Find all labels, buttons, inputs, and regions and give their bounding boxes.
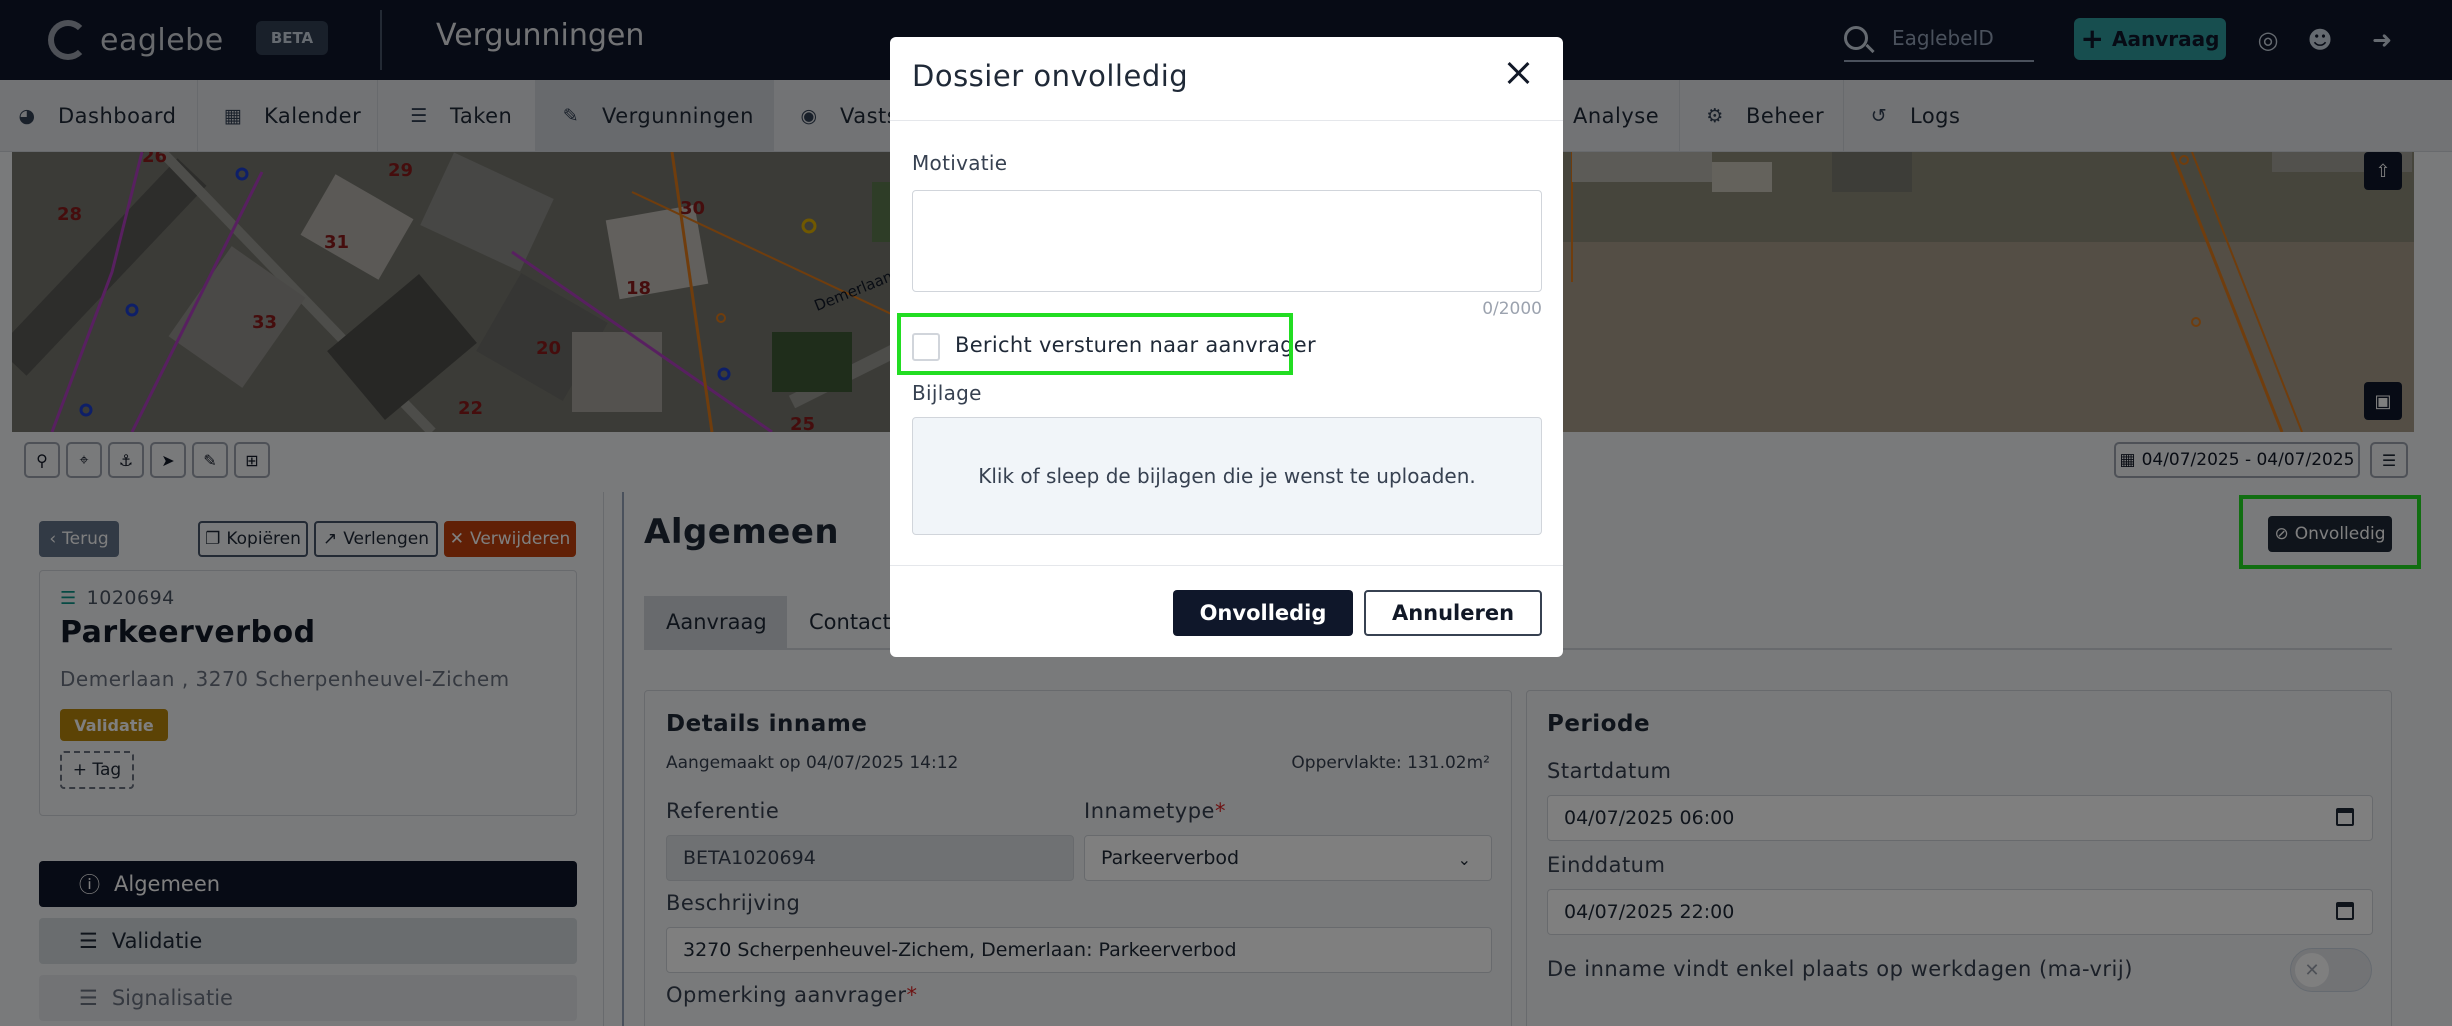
dialog-divider: [890, 120, 1563, 121]
dialog-divider: [890, 565, 1563, 566]
close-icon[interactable]: [1504, 59, 1534, 89]
character-counter: 0/2000: [1482, 299, 1542, 319]
dialog-title: Dossier onvolledig: [912, 59, 1189, 93]
cancel-button[interactable]: Annuleren: [1364, 590, 1542, 636]
attachment-label: Bijlage: [912, 381, 982, 405]
attachment-dropzone[interactable]: Klik of sleep de bijlagen die je wenst t…: [912, 417, 1542, 535]
confirm-incomplete-button[interactable]: Onvolledig: [1173, 590, 1353, 636]
motivation-textarea[interactable]: [912, 190, 1542, 292]
highlight-box: [897, 313, 1293, 375]
motivation-label: Motivatie: [912, 151, 1008, 175]
